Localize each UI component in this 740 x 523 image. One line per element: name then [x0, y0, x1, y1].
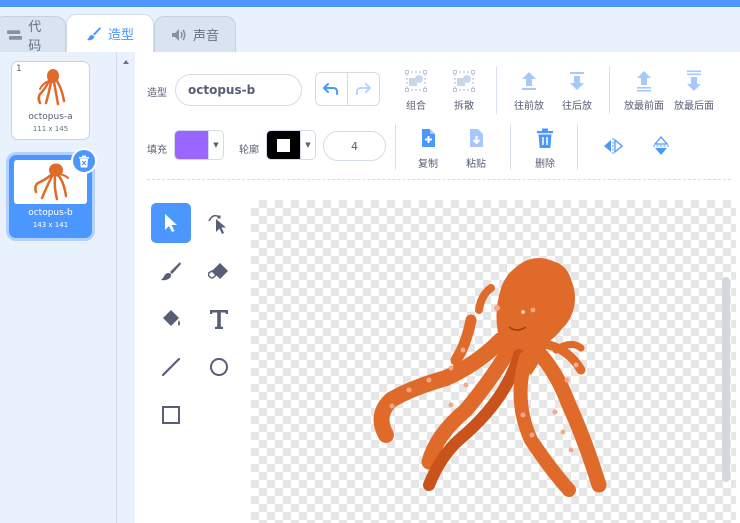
flip-vertical-button[interactable] [634, 134, 688, 162]
backward-button[interactable]: 往后放 [550, 69, 604, 112]
canvas-vertical-scrollbar[interactable] [722, 277, 730, 482]
costume-list: 1 octopus-a 111 x 145 2 octopus-b 143 x … [0, 52, 117, 523]
redo-button[interactable] [348, 73, 379, 105]
caret-down-icon: ▼ [300, 131, 315, 159]
toolbar-separator [395, 124, 396, 170]
toolbar-divider [147, 179, 731, 180]
speaker-icon [171, 28, 186, 41]
trash-icon [537, 128, 553, 148]
tab-sounds-label: 声音 [192, 29, 219, 44]
ungroup-button[interactable]: 拆散 [437, 69, 491, 112]
undo-icon [323, 83, 339, 95]
select-tool[interactable] [151, 203, 191, 243]
tab-costumes[interactable]: 造型 [66, 14, 154, 52]
circle-tool[interactable] [199, 347, 239, 387]
backward-icon [570, 72, 584, 90]
group-label: 组合 [406, 101, 426, 112]
fill-swatch [175, 131, 208, 159]
trash-icon [79, 155, 89, 167]
costume-index: 2 [16, 160, 22, 170]
bring-to-front-label: 放最前面 [624, 101, 664, 112]
delete-costume-button[interactable] [71, 148, 97, 174]
eraser-icon [208, 263, 228, 279]
scroll-up-arrow-icon[interactable] [122, 58, 130, 66]
outline-color-picker[interactable]: ▼ [266, 130, 316, 160]
bring-to-front-icon [637, 71, 651, 92]
costume-size: 143 x 141 [32, 221, 69, 229]
toolbar-separator [510, 124, 511, 170]
costume-index: 1 [16, 64, 22, 74]
top-menu-bar-edge [0, 0, 740, 7]
bring-to-front-button[interactable]: 放最前面 [617, 69, 671, 112]
rectangle-tool[interactable] [151, 395, 191, 435]
fill-tool[interactable] [151, 299, 191, 339]
forward-button[interactable]: 往前放 [502, 69, 556, 112]
backward-label: 往后放 [562, 101, 592, 112]
line-tool[interactable] [151, 347, 191, 387]
paste-label: 粘贴 [466, 159, 486, 170]
forward-icon [522, 72, 536, 90]
delete-label: 删除 [535, 159, 555, 170]
paste-icon [470, 129, 483, 147]
costume-name: octopus-a [28, 112, 73, 122]
brush-icon [86, 26, 101, 40]
arrow-cursor-icon [165, 214, 177, 232]
costume-name-label: 造型 [147, 88, 167, 99]
toolbar-separator [609, 66, 610, 114]
delete-button[interactable]: 删除 [518, 127, 572, 170]
paint-bucket-icon [163, 310, 180, 326]
caret-down-icon: ▼ [208, 131, 223, 159]
text-icon [210, 310, 228, 329]
costume-size: 111 x 145 [32, 125, 69, 133]
flip-horizontal-button[interactable] [586, 134, 640, 162]
octopus-costume-artwork [373, 258, 607, 497]
drawing-canvas[interactable] [251, 200, 736, 523]
tab-sounds[interactable]: 声音 [154, 16, 236, 52]
ungroup-icon [453, 70, 475, 92]
send-to-back-label: 放最后面 [674, 101, 714, 112]
octopus-thumbnail [37, 69, 66, 106]
tab-code[interactable]: 代码 [0, 16, 66, 54]
costume-name: octopus-b [28, 208, 73, 218]
outline-label: 轮廓 [239, 145, 259, 156]
group-button[interactable]: 组合 [389, 69, 443, 112]
stroke-width-input[interactable]: 4 [323, 131, 386, 161]
group-icon [405, 70, 427, 92]
brush-tool[interactable] [151, 251, 191, 291]
costume-name-input[interactable]: octopus-b [175, 74, 302, 106]
forward-label: 往前放 [514, 101, 544, 112]
undo-redo-group [315, 72, 380, 106]
send-to-back-icon [687, 70, 701, 91]
circle-icon [210, 358, 228, 376]
code-icon [7, 29, 23, 40]
toolbar-separator [496, 66, 497, 114]
tab-costumes-label: 造型 [107, 28, 134, 43]
rectangle-icon [162, 406, 180, 424]
octopus-thumbnail [34, 163, 69, 201]
paint-editor: 造型 octopus-b 组合 拆散 往前放 往后放 放最前面 放最后面 填充 [135, 52, 740, 523]
costume-item[interactable]: 1 octopus-a 111 x 145 [11, 61, 90, 140]
copy-label: 复制 [418, 159, 438, 170]
flip-horizontal-icon [604, 138, 623, 154]
reshape-icon [208, 214, 226, 234]
reshape-tool[interactable] [199, 203, 239, 243]
fill-label: 填充 [147, 145, 167, 156]
brush-icon [161, 262, 181, 281]
send-to-back-button[interactable]: 放最后面 [667, 69, 721, 112]
outline-swatch [267, 131, 300, 159]
undo-button[interactable] [316, 73, 348, 105]
copy-button[interactable]: 复制 [401, 127, 455, 170]
line-icon [161, 357, 181, 377]
copy-icon [422, 129, 435, 147]
fill-color-picker[interactable]: ▼ [174, 130, 224, 160]
editor-tabs: 代码 造型 声音 [0, 14, 740, 54]
eraser-tool[interactable] [199, 251, 239, 291]
flip-vertical-icon [653, 136, 669, 155]
ungroup-label: 拆散 [454, 101, 474, 112]
tab-code-label: 代码 [28, 19, 42, 54]
paste-button[interactable]: 粘贴 [449, 127, 503, 170]
text-tool[interactable] [199, 299, 239, 339]
toolbar-separator [577, 124, 578, 170]
redo-icon [356, 83, 372, 95]
